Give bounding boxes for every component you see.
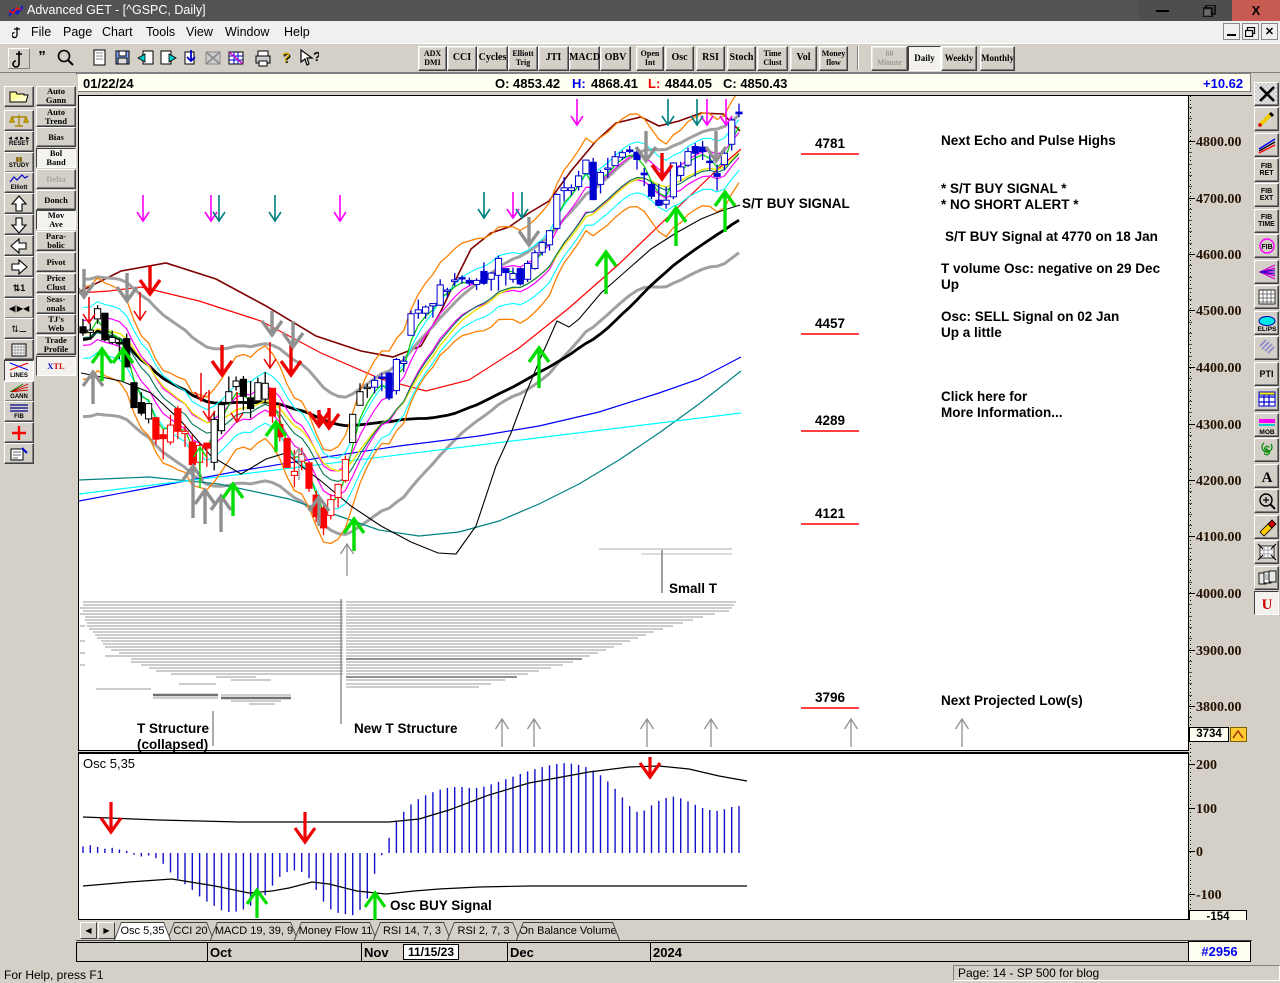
svg-text:Osc 5,35: Osc 5,35 bbox=[83, 756, 135, 771]
svg-text:Next Echo and Pulse Highs: Next Echo and Pulse Highs bbox=[941, 133, 1116, 148]
svg-text:Small T: Small T bbox=[669, 581, 718, 596]
svg-text:Up: Up bbox=[941, 277, 959, 292]
svg-text:T Structure: T Structure bbox=[137, 721, 210, 736]
svg-text:Up a little: Up a little bbox=[941, 325, 1002, 340]
svg-text:U: U bbox=[1261, 597, 1272, 613]
svg-text:4781: 4781 bbox=[815, 136, 846, 151]
svg-text:?: ? bbox=[313, 49, 319, 64]
svg-text:4457: 4457 bbox=[815, 316, 845, 331]
svg-text:FIB: FIB bbox=[1261, 244, 1272, 251]
svg-text:* NO SHORT ALERT *: * NO SHORT ALERT * bbox=[941, 197, 1079, 212]
svg-text:MOB: MOB bbox=[1259, 429, 1274, 435]
svg-text:T volume Osc: negative on 29 D: T volume Osc: negative on 29 Dec bbox=[941, 261, 1161, 276]
svg-text:S/T BUY SIGNAL: S/T BUY SIGNAL bbox=[742, 196, 850, 211]
svg-text:(collapsed): (collapsed) bbox=[137, 737, 208, 752]
svg-text:More Information...: More Information... bbox=[941, 405, 1063, 420]
svg-text:* S/T BUY SIGNAL *: * S/T BUY SIGNAL * bbox=[941, 181, 1067, 196]
svg-text:Osc BUY Signal: Osc BUY Signal bbox=[390, 898, 492, 913]
svg-text:Click here for: Click here for bbox=[941, 389, 1028, 404]
svg-text:4121: 4121 bbox=[815, 506, 846, 521]
svg-text:S/T BUY Signal at 4770 on 18 J: S/T BUY Signal at 4770 on 18 Jan bbox=[945, 229, 1158, 244]
svg-text:A: A bbox=[1261, 470, 1272, 486]
svg-text:Next Projected Low(s): Next Projected Low(s) bbox=[941, 693, 1083, 708]
svg-text:3796: 3796 bbox=[815, 690, 846, 705]
svg-text:Osc: SELL Signal on 02 Jan: Osc: SELL Signal on 02 Jan bbox=[941, 309, 1119, 324]
svg-text:4289: 4289 bbox=[815, 413, 845, 428]
svg-text:ELiPS: ELiPS bbox=[1257, 326, 1276, 333]
svg-text:New T Structure: New T Structure bbox=[354, 721, 458, 736]
